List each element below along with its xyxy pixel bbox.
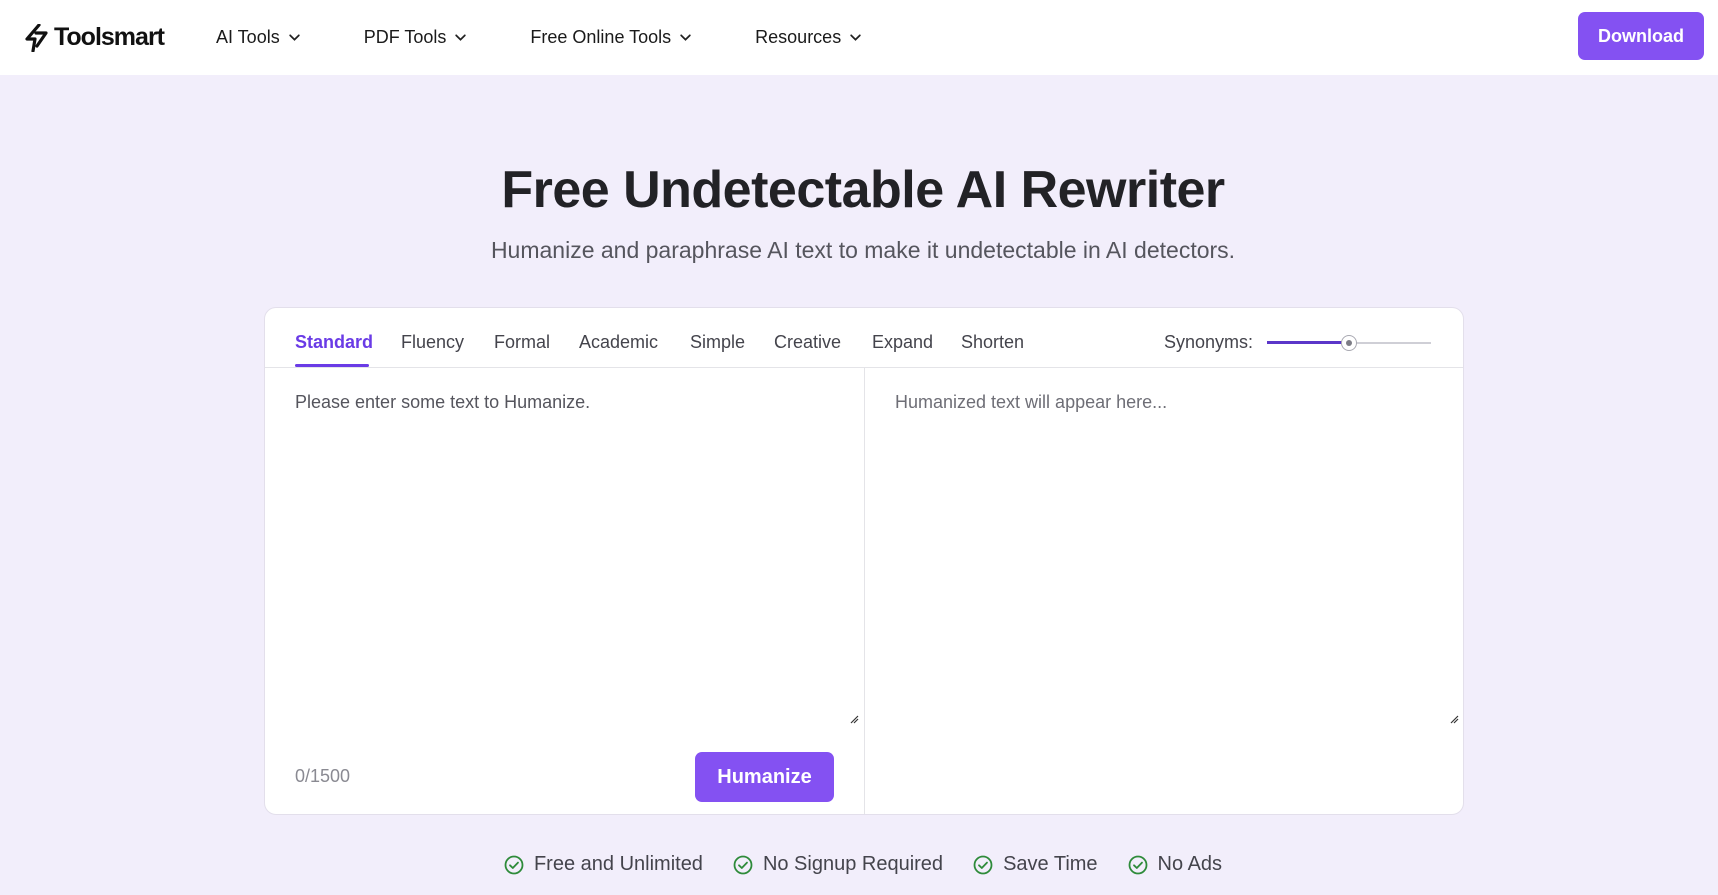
synonyms-slider[interactable]	[1267, 335, 1431, 351]
page-subtitle: Humanize and paraphrase AI text to make …	[490, 237, 1236, 263]
slider-thumb[interactable]	[1341, 335, 1357, 351]
main-nav: AI Tools PDF Tools Free Online Tools Res…	[216, 27, 925, 48]
slider-fill	[1267, 341, 1349, 344]
mode-tabs: Standard Fluency Formal Academic Simple …	[265, 308, 1463, 368]
top-nav-bar: Toolsmart AI Tools PDF Tools Free Online…	[0, 0, 1718, 75]
resize-handle-icon[interactable]	[1449, 714, 1459, 724]
nav-free-online-tools[interactable]: Free Online Tools	[530, 27, 692, 48]
rewriter-card: Standard Fluency Formal Academic Simple …	[264, 307, 1464, 815]
feature-label: Free and Unlimited	[533, 853, 703, 875]
tab-expand[interactable]: Expand	[872, 332, 933, 353]
nav-item-label: Resources	[755, 27, 842, 47]
check-circle-icon	[1128, 855, 1147, 874]
check-circle-icon	[973, 855, 993, 874]
check-circle-icon	[504, 855, 524, 874]
nav-item-label: PDF Tools	[363, 27, 447, 47]
active-tab-indicator	[295, 364, 369, 367]
tab-formal[interactable]: Formal	[494, 332, 550, 353]
feature-label: Save Time	[1003, 853, 1098, 875]
tab-shorten[interactable]: Shorten	[961, 332, 1024, 353]
nav-pdf-tools[interactable]: PDF Tools	[364, 27, 468, 48]
output-pane	[865, 368, 1463, 814]
humanize-button[interactable]: Humanize	[695, 752, 834, 802]
chevron-down-icon	[850, 34, 861, 41]
download-button[interactable]: Download	[1578, 12, 1704, 60]
tab-standard[interactable]: Standard	[295, 332, 373, 353]
nav-resources[interactable]: Resources	[755, 27, 862, 48]
page-title: Free Undetectable AI Rewriter	[501, 161, 1225, 219]
chevron-down-icon	[289, 34, 300, 41]
logo[interactable]: Toolsmart	[24, 23, 165, 52]
feature-item: Free and Unlimited	[504, 853, 703, 876]
nav-item-label: AI Tools	[216, 27, 280, 47]
tab-creative[interactable]: Creative	[774, 332, 841, 353]
feature-label: No Ads	[1157, 853, 1223, 875]
resize-handle-icon[interactable]	[849, 714, 859, 724]
feature-label: No Signup Required	[762, 853, 944, 875]
feature-list: Free and Unlimited No Signup Required Sa…	[0, 853, 1718, 876]
tab-simple[interactable]: Simple	[690, 332, 745, 353]
output-textarea[interactable]	[895, 392, 1455, 724]
synonyms-label: Synonyms:	[1164, 332, 1254, 352]
toolsmart-logo-icon	[25, 23, 48, 52]
input-textarea[interactable]	[295, 392, 855, 724]
tab-fluency[interactable]: Fluency	[401, 332, 464, 353]
chevron-down-icon	[680, 34, 691, 41]
nav-item-label: Free Online Tools	[530, 27, 672, 47]
tab-academic[interactable]: Academic	[579, 332, 658, 353]
chevron-down-icon	[455, 34, 467, 41]
check-circle-icon	[733, 855, 753, 874]
char-count: 0/1500	[295, 766, 351, 786]
feature-item: No Ads	[1128, 853, 1222, 876]
nav-ai-tools[interactable]: AI Tools	[216, 27, 301, 48]
feature-item: Save Time	[973, 853, 1098, 876]
brand-name: Toolsmart	[54, 23, 165, 51]
input-pane: 0/1500 Humanize	[265, 368, 865, 814]
feature-item: No Signup Required	[733, 853, 943, 876]
